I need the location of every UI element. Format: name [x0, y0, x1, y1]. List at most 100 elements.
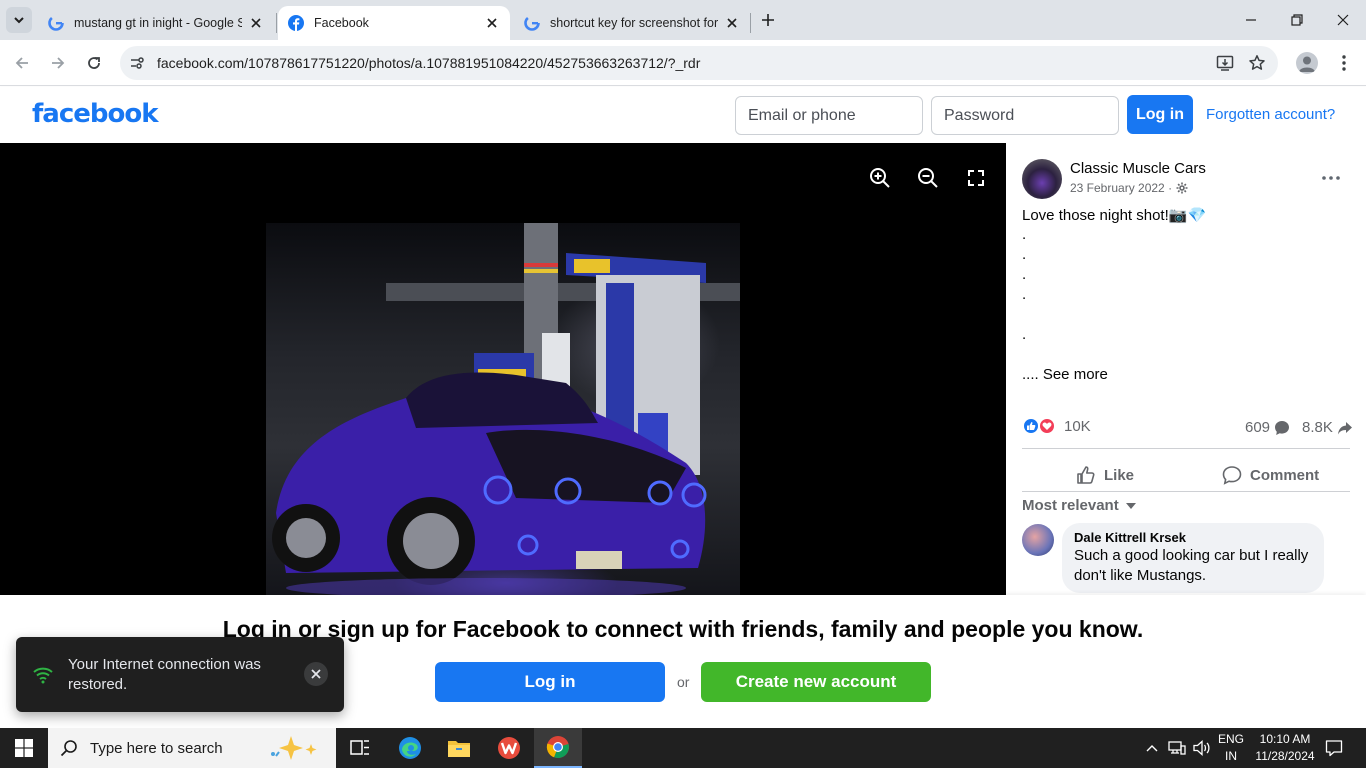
- browser-menu-button[interactable]: [1334, 52, 1354, 74]
- close-window-button[interactable]: [1320, 0, 1366, 40]
- tab-separator: [750, 13, 751, 33]
- minimize-icon: [1246, 19, 1256, 21]
- search-icon: [60, 740, 77, 757]
- email-field[interactable]: [735, 96, 923, 135]
- close-icon: [1337, 14, 1349, 26]
- comment-label: Comment: [1250, 466, 1320, 484]
- windows-logo-icon: [15, 739, 33, 757]
- tab-shortcut-search[interactable]: shortcut key for screenshot for: [514, 6, 750, 40]
- divider: [1022, 448, 1350, 449]
- chevron-up-icon: [1146, 745, 1158, 752]
- close-icon[interactable]: [724, 15, 740, 31]
- connection-toast: Your Internet connection was restored.: [16, 637, 344, 712]
- comment-sort-dropdown[interactable]: Most relevant: [1022, 497, 1137, 514]
- volume-tray-button[interactable]: [1190, 728, 1214, 768]
- commenter-avatar[interactable]: [1022, 524, 1054, 556]
- comment-icon: [1222, 466, 1242, 485]
- post-photo[interactable]: [266, 223, 740, 595]
- new-tab-button[interactable]: [758, 10, 778, 30]
- fullscreen-icon: [968, 170, 984, 186]
- zoom-out-icon: [918, 168, 938, 188]
- speech-bubble-icon: [1275, 420, 1290, 435]
- back-button[interactable]: [9, 50, 35, 76]
- post-panel: Classic Muscle Cars 23 February 2022 · L…: [1006, 143, 1366, 595]
- plus-icon: [762, 14, 774, 26]
- start-button[interactable]: [0, 728, 48, 768]
- show-hidden-icons-button[interactable]: [1140, 728, 1164, 768]
- see-more-link[interactable]: .... See more: [1022, 366, 1108, 383]
- comment-count[interactable]: 609: [1245, 419, 1290, 436]
- banner-or-text: or: [677, 674, 690, 690]
- caret-down-icon: [1125, 502, 1136, 509]
- caption-dot: .: [1022, 226, 1027, 243]
- post-date[interactable]: 23 February 2022 ·: [1070, 181, 1188, 195]
- zoom-out-button[interactable]: [915, 165, 941, 191]
- arrow-right-icon: [52, 57, 65, 69]
- comment-sort-label: Most relevant: [1022, 497, 1119, 514]
- address-bar[interactable]: facebook.com/107878617751220/photos/a.10…: [120, 46, 1278, 80]
- minimize-button[interactable]: [1228, 0, 1274, 40]
- tab-google-search[interactable]: mustang gt in inight - Google S: [38, 6, 274, 40]
- share-count[interactable]: 8.8K: [1302, 419, 1353, 436]
- install-app-icon[interactable]: [1216, 54, 1234, 72]
- taskbar-search[interactable]: Type here to search: [48, 728, 336, 768]
- comment-button[interactable]: Comment: [1222, 457, 1319, 493]
- url-text: facebook.com/107878617751220/photos/a.10…: [157, 55, 701, 71]
- divider: [1022, 491, 1350, 492]
- reload-button[interactable]: [81, 50, 107, 76]
- taskbar-search-placeholder: Type here to search: [90, 739, 223, 757]
- clock[interactable]: 10:10 AM 11/28/2024: [1252, 732, 1318, 763]
- tab-search-button[interactable]: [6, 7, 32, 33]
- close-icon[interactable]: [484, 15, 500, 31]
- caption-dot: .: [1022, 246, 1027, 263]
- notification-icon: [1325, 740, 1343, 757]
- comment-author[interactable]: Dale Kittrell Krsek: [1074, 530, 1312, 545]
- fullscreen-button[interactable]: [963, 165, 989, 191]
- banner-login-button[interactable]: Log in: [435, 662, 665, 702]
- language-indicator[interactable]: ENG IN: [1214, 732, 1248, 763]
- toast-message: Your Internet connection was restored.: [68, 656, 261, 693]
- close-icon: [311, 669, 321, 679]
- bookmark-star-icon[interactable]: [1248, 54, 1266, 72]
- taskbar-chrome[interactable]: [534, 728, 582, 768]
- tab-facebook[interactable]: Facebook: [278, 6, 510, 40]
- zoom-in-button[interactable]: [867, 165, 893, 191]
- google-icon: [48, 15, 64, 31]
- facebook-header: facebook Log in Forgotten account?: [0, 87, 1366, 143]
- password-field[interactable]: [931, 96, 1119, 135]
- page-name-link[interactable]: Classic Muscle Cars: [1070, 160, 1206, 177]
- post-date-text: 23 February 2022 ·: [1070, 181, 1173, 195]
- notifications-button[interactable]: [1320, 728, 1348, 768]
- tab-title: Facebook: [314, 16, 369, 30]
- post-options-button[interactable]: [1320, 167, 1342, 189]
- reactions-summary[interactable]: 10K: [1022, 417, 1091, 435]
- kebab-menu-icon: [1342, 55, 1346, 71]
- taskbar-wps-office[interactable]: [485, 728, 533, 768]
- windows-taskbar: Type here to search ENG IN 10:10 AM 11/2…: [0, 728, 1366, 768]
- taskbar-file-explorer[interactable]: [435, 728, 483, 768]
- network-icon: [1168, 741, 1186, 755]
- toast-close-button[interactable]: [304, 662, 328, 686]
- restore-icon: [1291, 14, 1303, 26]
- mustang-photo-image: [272, 223, 740, 595]
- tab-title: shortcut key for screenshot for: [550, 16, 718, 30]
- facebook-icon: [288, 15, 304, 31]
- tab-title: mustang gt in inight - Google S: [74, 16, 242, 30]
- share-arrow-icon: [1337, 421, 1352, 434]
- love-reaction-icon: [1038, 417, 1056, 435]
- chevron-down-icon: [14, 17, 24, 24]
- forgot-account-link[interactable]: Forgotten account?: [1206, 106, 1335, 123]
- site-info-icon[interactable]: [128, 54, 146, 72]
- forward-button[interactable]: [45, 50, 71, 76]
- network-tray-button[interactable]: [1164, 728, 1190, 768]
- page-avatar[interactable]: [1022, 159, 1062, 199]
- restore-button[interactable]: [1274, 0, 1320, 40]
- like-button[interactable]: Like: [1076, 457, 1134, 493]
- task-view-button[interactable]: [336, 728, 384, 768]
- profile-avatar[interactable]: [1296, 52, 1318, 74]
- taskbar-edge[interactable]: [386, 728, 434, 768]
- facebook-logo[interactable]: facebook: [32, 99, 159, 129]
- close-icon[interactable]: [248, 15, 264, 31]
- create-account-button[interactable]: Create new account: [701, 662, 931, 702]
- header-login-button[interactable]: Log in: [1127, 95, 1193, 134]
